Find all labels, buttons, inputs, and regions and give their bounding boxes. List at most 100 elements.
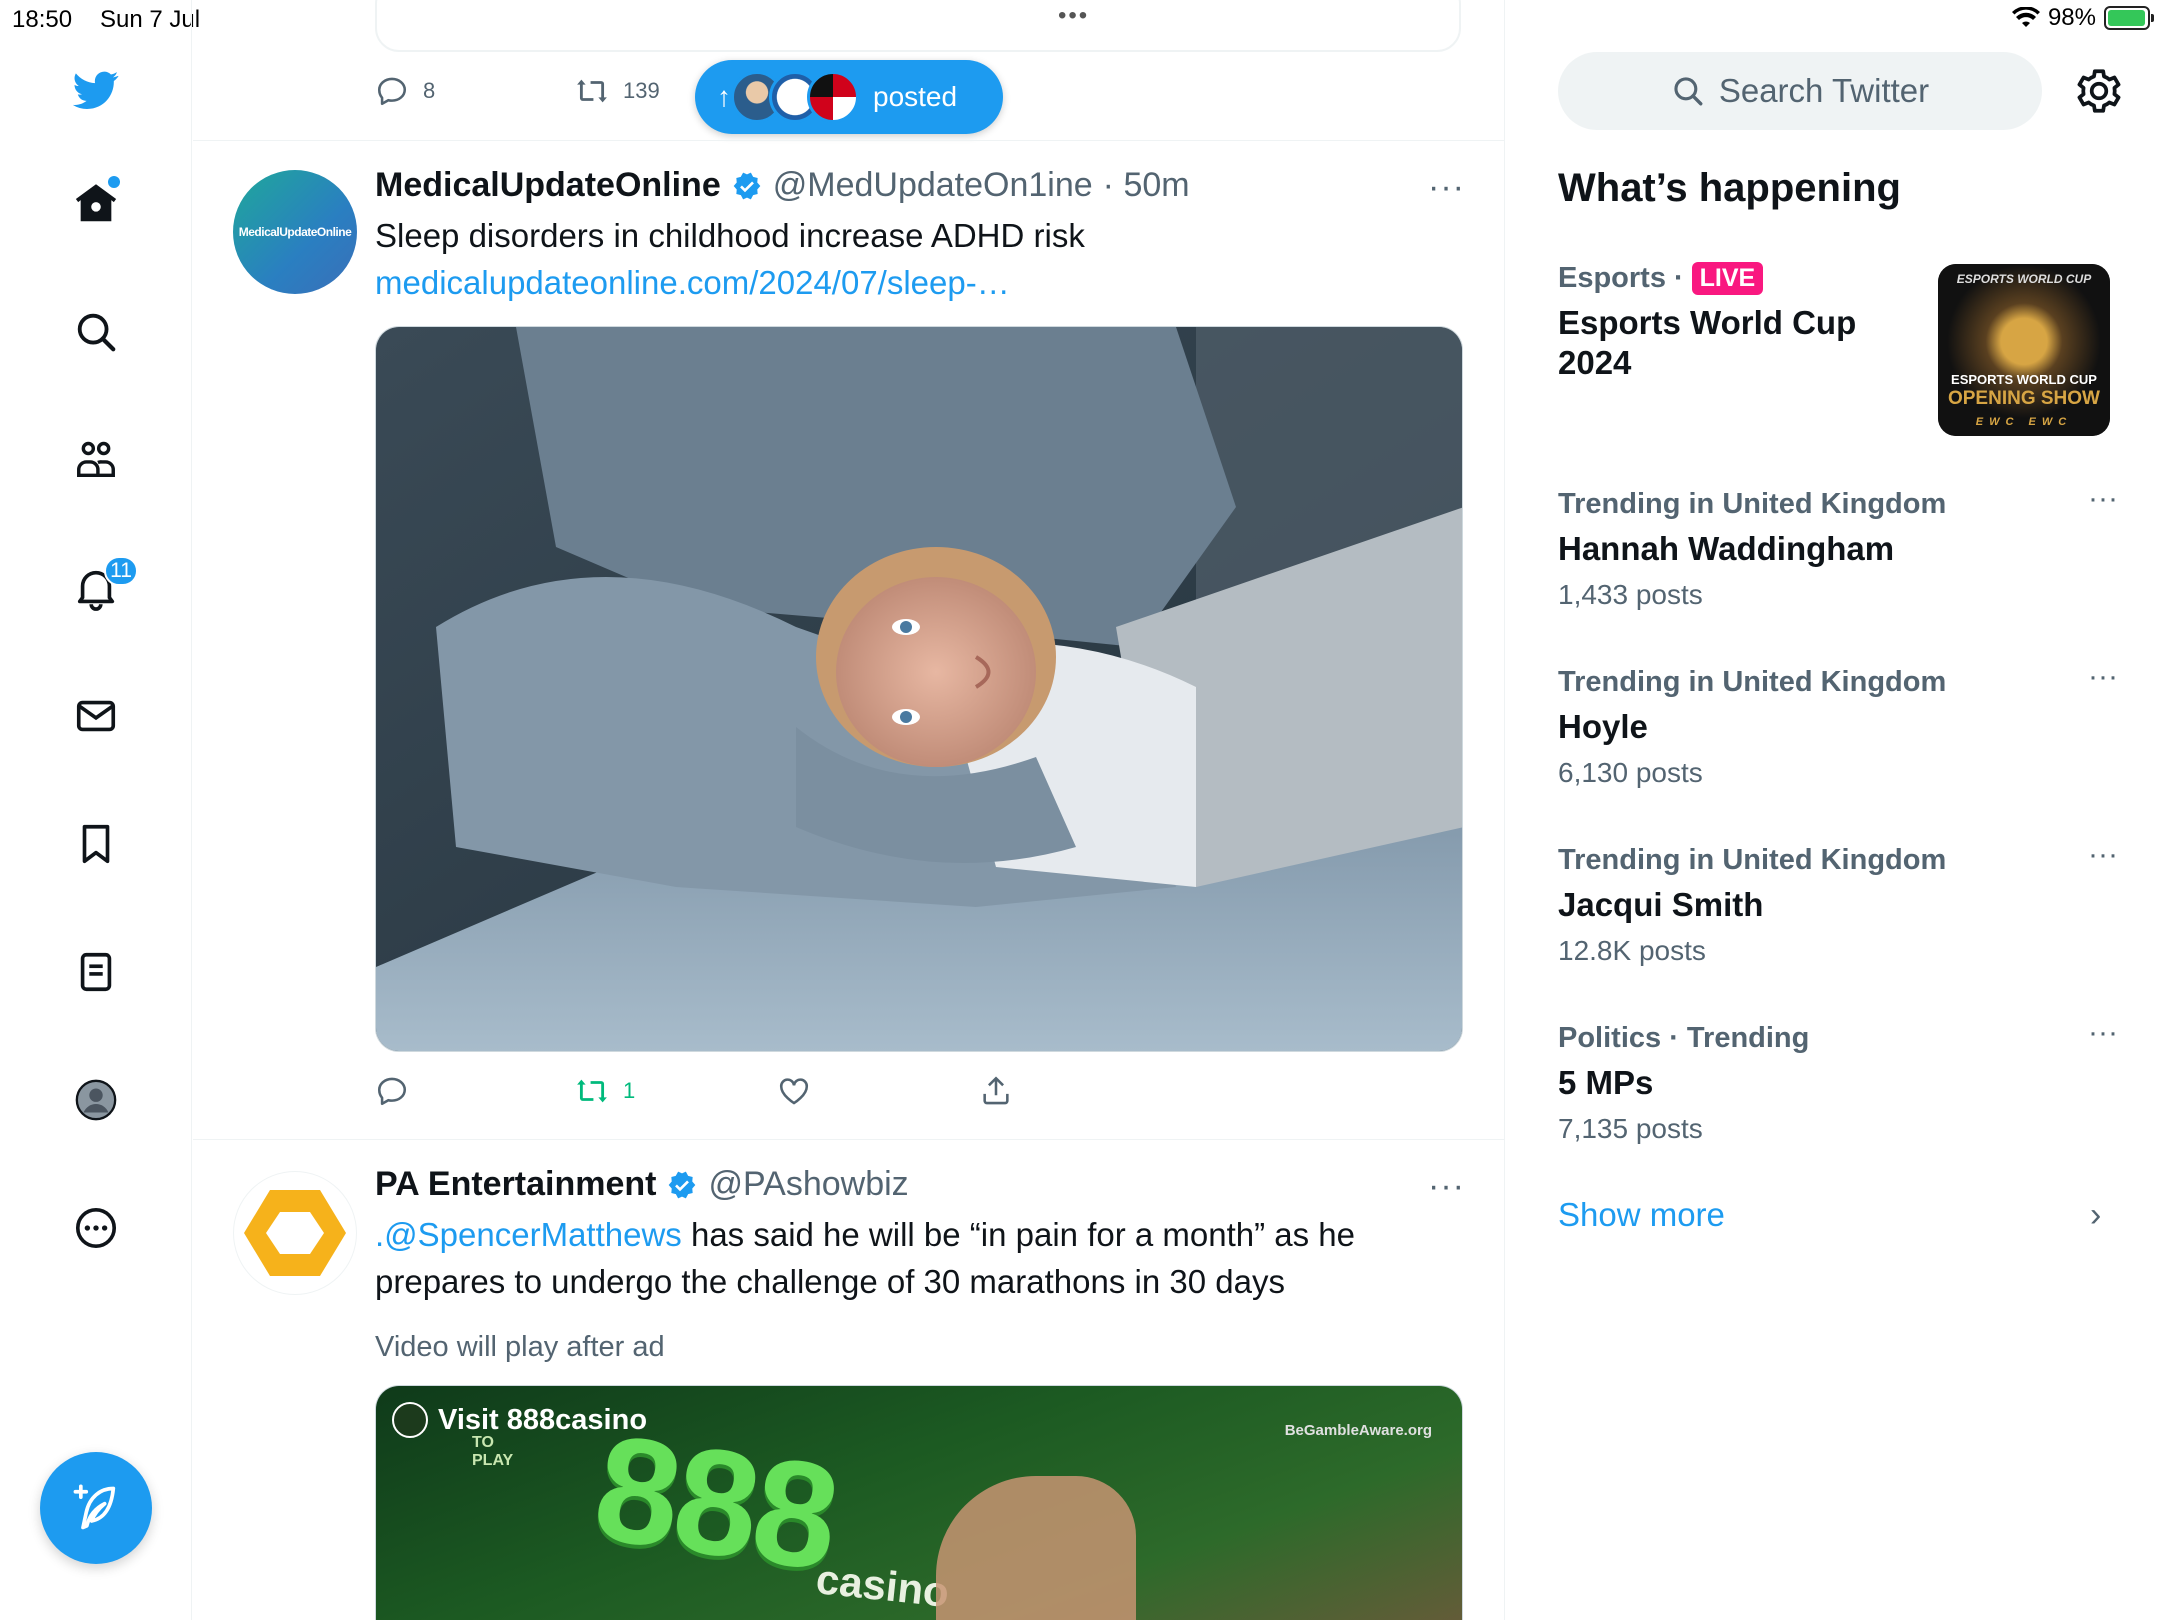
twitter-logo-icon[interactable] — [64, 58, 128, 122]
trend-item[interactable]: Politics · Trending 5 MPs 7,135 posts ··… — [1558, 1016, 2118, 1145]
more-circle-icon[interactable] — [64, 1196, 128, 1260]
author-name[interactable]: PA Entertainment — [375, 1165, 656, 1204]
ad-corner-top: TO — [472, 1434, 494, 1451]
timeline-feed[interactable]: 8 139 ↑ posted MedicalUpdateOnline Medic… — [193, 0, 1505, 1620]
trend-count: 7,135 posts — [1558, 1113, 1703, 1144]
compose-icon — [73, 1484, 116, 1530]
tweet-divider — [193, 1139, 1504, 1140]
tweet-body: .@SpencerMatthews has said he will be “i… — [375, 1211, 1465, 1305]
right-sidebar: Search Twitter What’s happening Esports … — [1506, 0, 2160, 1620]
ad-brand-text: 888 — [585, 1402, 845, 1602]
heart-icon — [779, 1078, 809, 1105]
share-button[interactable] — [979, 1074, 1013, 1108]
new-posts-label: posted — [873, 81, 958, 112]
search-bar[interactable]: Search Twitter — [1558, 52, 2042, 130]
retweet-icon — [577, 1079, 607, 1103]
communities-icon[interactable] — [64, 428, 128, 492]
author-handle[interactable]: @PAshowbiz — [708, 1165, 908, 1204]
child-sleep-photo — [376, 327, 1462, 1051]
arrow-up-icon: ↑ — [717, 81, 731, 112]
trend-more-icon[interactable]: ··· — [2088, 482, 2118, 516]
avatar[interactable]: MedicalUpdateOnline — [233, 170, 357, 294]
like-button[interactable] — [777, 1074, 811, 1108]
reply-icon — [377, 1077, 407, 1106]
tweet-header: PA Entertainment @PAshowbiz — [375, 1165, 909, 1204]
trend-item[interactable]: Trending in United Kingdom Jacqui Smith … — [1558, 838, 2118, 967]
trend-meta: Trending in United Kingdom — [1558, 666, 1947, 698]
search-placeholder: Search Twitter — [1718, 72, 1930, 109]
trend-count: 6,130 posts — [1558, 757, 1703, 788]
verified-badge-icon — [669, 1171, 696, 1198]
settings-gear-icon[interactable] — [2074, 66, 2124, 116]
tweet-actions: 1 — [375, 1074, 1465, 1114]
tweet-time[interactable]: · 50m — [1103, 166, 1190, 205]
lists-icon[interactable] — [64, 940, 128, 1004]
tweet-mention[interactable]: .@SpencerMatthews — [375, 1216, 682, 1253]
author-handle[interactable]: @MedUpdateOn1ine — [773, 166, 1093, 205]
trend-title: Hannah Waddingham — [1558, 530, 1895, 567]
tweet-more-icon[interactable]: ··· — [1428, 168, 1465, 207]
tweet-text: Sleep disorders in childhood increase AD… — [375, 217, 1085, 254]
notifications-bell-icon[interactable]: 11 — [64, 556, 138, 620]
avatar[interactable] — [233, 1171, 357, 1295]
messages-mail-icon[interactable] — [64, 684, 128, 748]
profile-avatar-icon[interactable] — [64, 1068, 128, 1132]
trend-count: 1,433 posts — [1558, 579, 1703, 610]
trend-category: Esports — [1558, 262, 1666, 294]
compose-tweet-button[interactable] — [40, 1452, 152, 1564]
trend-item[interactable]: Trending in United Kingdom Hoyle 6,130 p… — [1558, 660, 2118, 789]
trend-item[interactable]: Trending in United Kingdom Hannah Waddin… — [1558, 482, 2118, 611]
trend-meta: Trending in United Kingdom — [1558, 844, 1947, 876]
home-unread-dot — [108, 176, 120, 188]
trend-more-icon[interactable]: ··· — [2088, 838, 2118, 872]
trend-meta: Esports · LIVE — [1558, 262, 1918, 295]
tweet-body: Sleep disorders in childhood increase AD… — [375, 212, 1465, 306]
pill-avatar-3 — [807, 71, 859, 123]
trend-title: Esports World Cup 2024 — [1558, 304, 1857, 381]
trend-item-featured[interactable]: Esports · LIVE Esports World Cup 2024 — [1558, 262, 1918, 383]
pa-logo-icon — [244, 1190, 346, 1276]
trend-title: Hoyle — [1558, 708, 1648, 745]
esports-thumbnail[interactable]: ESPORTS WORLD CUP ESPORTS WORLD CUP OPEN… — [1938, 264, 2110, 436]
ad-corner-bottom: PLAY — [472, 1452, 514, 1469]
ad-corner-text: TO PLAY — [472, 1434, 513, 1470]
author-name[interactable]: MedicalUpdateOnline — [375, 166, 721, 205]
trend-meta: Politics · Trending — [1558, 1022, 1810, 1054]
tweet-video[interactable]: Visit 888casino TO PLAY 888 casino BeGam… — [375, 1385, 1463, 1620]
trend-more-icon[interactable]: ··· — [2088, 660, 2118, 694]
thumb-footer: EWC EWC — [1975, 416, 2073, 428]
advertiser-avatar — [392, 1402, 428, 1438]
share-icon — [983, 1076, 1009, 1105]
previous-tweet-card-edge — [375, 0, 1461, 52]
search-nav-icon[interactable] — [64, 300, 128, 364]
trend-title: 5 MPs — [1558, 1064, 1654, 1101]
prev-reply-count: 8 — [423, 78, 436, 103]
video-ad-note: Video will play after ad — [375, 1331, 665, 1363]
trend-title: Jacqui Smith — [1558, 886, 1764, 923]
tweet-divider — [193, 140, 1504, 141]
trend-more-icon[interactable]: ··· — [2088, 1016, 2118, 1050]
home-icon[interactable] — [64, 172, 128, 236]
verified-badge-icon — [733, 172, 761, 199]
show-more-link[interactable]: Show more — [1558, 1196, 1725, 1234]
reply-button[interactable] — [375, 1074, 409, 1108]
notifications-badge: 11 — [104, 556, 138, 586]
thumb-line1: ESPORTS WORLD CUP — [1951, 372, 2097, 387]
tweet-link[interactable]: medicalupdateonline.com/2024/07/sleep-… — [375, 259, 1465, 306]
prev-retweet-button[interactable]: 139 — [575, 74, 660, 108]
tweet-image[interactable] — [375, 326, 1463, 1052]
tweet-more-icon[interactable]: ··· — [1428, 1167, 1465, 1206]
retweet-icon — [577, 79, 607, 103]
retweet-button[interactable]: 1 — [575, 1074, 635, 1108]
chevron-right-icon[interactable]: › — [2090, 1196, 2101, 1235]
avatar-logo-text: MedicalUpdateOnline — [238, 225, 352, 239]
trend-count: 12.8K posts — [1558, 935, 1706, 966]
new-posts-pill[interactable]: ↑ posted — [695, 60, 1003, 134]
bookmark-icon[interactable] — [64, 812, 128, 876]
prev-reply-button[interactable]: 8 — [375, 74, 435, 108]
retweet-count: 1 — [623, 1078, 636, 1103]
ad-brand-sub: casino — [813, 1555, 952, 1616]
begambleaware-text: BeGambleAware.org — [1284, 1422, 1432, 1439]
thumb-top-text: ESPORTS WORLD CUP — [1956, 272, 2092, 286]
ad-hand-shape — [936, 1476, 1136, 1620]
